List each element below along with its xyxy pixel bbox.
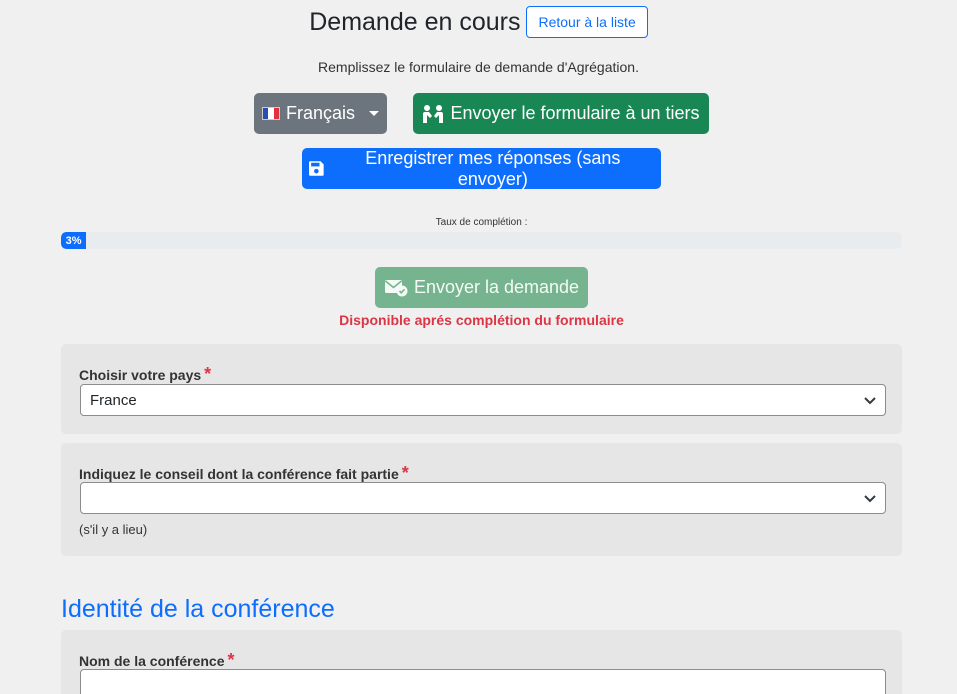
country-field-card: Choisir votre pays * France (61, 344, 902, 434)
completion-progress-bar: 3% (61, 232, 902, 249)
intro-text: Remplissez le formulaire de demande d'Ag… (318, 59, 639, 75)
conference-name-card: Nom de la conférence * (61, 630, 902, 694)
page-title: Demande en cours (309, 7, 521, 36)
people-handshake-icon (423, 104, 444, 123)
country-select[interactable]: France (80, 384, 886, 416)
save-answers-label: Enregistrer mes réponses (sans envoyer) (365, 147, 621, 189)
council-label: Indiquez le conseil dont la conférence f… (79, 463, 409, 483)
header: Demande en cours Retour à la liste (0, 6, 957, 38)
country-select-value: France (90, 391, 137, 409)
france-flag-icon (261, 107, 280, 120)
completion-progress-fill: 3% (61, 232, 87, 249)
completion-label: Taux de complétion : (435, 217, 528, 228)
council-select[interactable] (80, 482, 886, 514)
send-to-third-party-label: Envoyer le formulaire à un tiers (450, 103, 700, 123)
conference-name-label: Nom de la conférence * (79, 650, 235, 670)
language-dropdown-button[interactable]: Français (254, 93, 387, 134)
conference-name-input[interactable] (80, 669, 886, 694)
language-label: Français (285, 103, 356, 123)
section-title-identity: Identité de la conférence (61, 595, 335, 623)
floppy-disk-icon (309, 161, 324, 176)
submit-request-label: Envoyer la demande (413, 277, 580, 297)
required-asterisk: * (227, 650, 235, 670)
required-asterisk: * (204, 364, 212, 384)
required-asterisk: * (401, 463, 409, 483)
council-hint: (s'il y a lieu) (79, 522, 148, 537)
council-field-card: Indiquez le conseil dont la conférence f… (61, 443, 902, 556)
envelope-check-icon (384, 279, 408, 296)
back-to-list-button[interactable]: Retour à la liste (526, 6, 648, 38)
chevron-down-icon (864, 495, 876, 503)
chevron-down-icon (864, 397, 876, 405)
submit-request-button[interactable]: Envoyer la demande (375, 267, 588, 308)
country-label: Choisir votre pays * (79, 364, 212, 384)
send-to-third-party-button[interactable]: Envoyer le formulaire à un tiers (413, 93, 709, 134)
submit-availability-notice: Disponible aprés complétion du formulair… (339, 312, 624, 328)
caret-down-icon (369, 111, 380, 116)
form-page: Demande en cours Retour à la liste Rempl… (0, 0, 957, 694)
save-answers-button[interactable]: Enregistrer mes réponses (sans envoyer) (302, 148, 661, 189)
